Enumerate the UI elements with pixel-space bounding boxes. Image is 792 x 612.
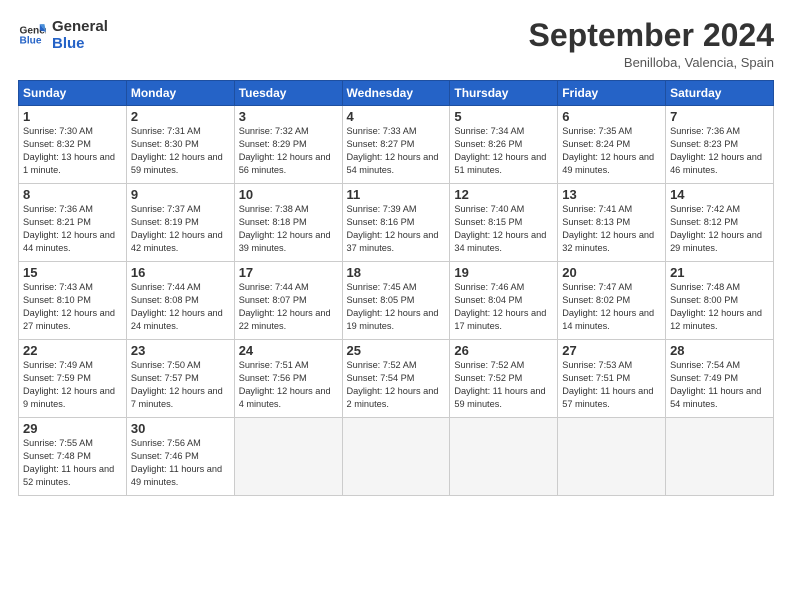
calendar-week-3: 15Sunrise: 7:43 AMSunset: 8:10 PMDayligh…: [19, 262, 774, 340]
day-2: 2Sunrise: 7:31 AMSunset: 8:30 PMDaylight…: [126, 106, 234, 184]
logo-blue: Blue: [52, 35, 108, 52]
day-25: 25Sunrise: 7:52 AMSunset: 7:54 PMDayligh…: [342, 340, 450, 418]
day-12: 12Sunrise: 7:40 AMSunset: 8:15 PMDayligh…: [450, 184, 558, 262]
empty-cell: [666, 418, 774, 496]
calendar-table: Sunday Monday Tuesday Wednesday Thursday…: [18, 80, 774, 496]
calendar-week-2: 8Sunrise: 7:36 AMSunset: 8:21 PMDaylight…: [19, 184, 774, 262]
day-5: 5Sunrise: 7:34 AMSunset: 8:26 PMDaylight…: [450, 106, 558, 184]
header-sunday: Sunday: [19, 81, 127, 106]
day-3: 3Sunrise: 7:32 AMSunset: 8:29 PMDaylight…: [234, 106, 342, 184]
header-wednesday: Wednesday: [342, 81, 450, 106]
calendar-week-1: 1Sunrise: 7:30 AMSunset: 8:32 PMDaylight…: [19, 106, 774, 184]
day-18: 18Sunrise: 7:45 AMSunset: 8:05 PMDayligh…: [342, 262, 450, 340]
day-1: 1Sunrise: 7:30 AMSunset: 8:32 PMDaylight…: [19, 106, 127, 184]
location: Benilloba, Valencia, Spain: [529, 55, 774, 70]
empty-cell: [558, 418, 666, 496]
header-monday: Monday: [126, 81, 234, 106]
weekday-header-row: Sunday Monday Tuesday Wednesday Thursday…: [19, 81, 774, 106]
title-block: September 2024 Benilloba, Valencia, Spai…: [529, 18, 774, 70]
day-29: 29Sunrise: 7:55 AMSunset: 7:48 PMDayligh…: [19, 418, 127, 496]
day-24: 24Sunrise: 7:51 AMSunset: 7:56 PMDayligh…: [234, 340, 342, 418]
header-thursday: Thursday: [450, 81, 558, 106]
logo-icon: General Blue: [18, 21, 46, 49]
day-6: 6Sunrise: 7:35 AMSunset: 8:24 PMDaylight…: [558, 106, 666, 184]
calendar-week-4: 22Sunrise: 7:49 AMSunset: 7:59 PMDayligh…: [19, 340, 774, 418]
day-22: 22Sunrise: 7:49 AMSunset: 7:59 PMDayligh…: [19, 340, 127, 418]
header-tuesday: Tuesday: [234, 81, 342, 106]
day-27: 27Sunrise: 7:53 AMSunset: 7:51 PMDayligh…: [558, 340, 666, 418]
header-saturday: Saturday: [666, 81, 774, 106]
day-15: 15Sunrise: 7:43 AMSunset: 8:10 PMDayligh…: [19, 262, 127, 340]
logo-general: General: [52, 18, 108, 35]
day-11: 11Sunrise: 7:39 AMSunset: 8:16 PMDayligh…: [342, 184, 450, 262]
empty-cell: [450, 418, 558, 496]
day-30: 30Sunrise: 7:56 AMSunset: 7:46 PMDayligh…: [126, 418, 234, 496]
day-23: 23Sunrise: 7:50 AMSunset: 7:57 PMDayligh…: [126, 340, 234, 418]
day-10: 10Sunrise: 7:38 AMSunset: 8:18 PMDayligh…: [234, 184, 342, 262]
day-7: 7Sunrise: 7:36 AMSunset: 8:23 PMDaylight…: [666, 106, 774, 184]
day-14: 14Sunrise: 7:42 AMSunset: 8:12 PMDayligh…: [666, 184, 774, 262]
page: General Blue General Blue September 2024…: [0, 0, 792, 506]
day-21: 21Sunrise: 7:48 AMSunset: 8:00 PMDayligh…: [666, 262, 774, 340]
day-26: 26Sunrise: 7:52 AMSunset: 7:52 PMDayligh…: [450, 340, 558, 418]
day-17: 17Sunrise: 7:44 AMSunset: 8:07 PMDayligh…: [234, 262, 342, 340]
svg-text:Blue: Blue: [20, 36, 42, 47]
calendar-week-5: 29Sunrise: 7:55 AMSunset: 7:48 PMDayligh…: [19, 418, 774, 496]
day-28: 28Sunrise: 7:54 AMSunset: 7:49 PMDayligh…: [666, 340, 774, 418]
month-title: September 2024: [529, 18, 774, 53]
day-4: 4Sunrise: 7:33 AMSunset: 8:27 PMDaylight…: [342, 106, 450, 184]
empty-cell: [342, 418, 450, 496]
empty-cell: [234, 418, 342, 496]
day-8: 8Sunrise: 7:36 AMSunset: 8:21 PMDaylight…: [19, 184, 127, 262]
header-friday: Friday: [558, 81, 666, 106]
day-19: 19Sunrise: 7:46 AMSunset: 8:04 PMDayligh…: [450, 262, 558, 340]
logo: General Blue General Blue: [18, 18, 108, 53]
day-16: 16Sunrise: 7:44 AMSunset: 8:08 PMDayligh…: [126, 262, 234, 340]
header: General Blue General Blue September 2024…: [18, 18, 774, 70]
day-9: 9Sunrise: 7:37 AMSunset: 8:19 PMDaylight…: [126, 184, 234, 262]
day-20: 20Sunrise: 7:47 AMSunset: 8:02 PMDayligh…: [558, 262, 666, 340]
day-13: 13Sunrise: 7:41 AMSunset: 8:13 PMDayligh…: [558, 184, 666, 262]
